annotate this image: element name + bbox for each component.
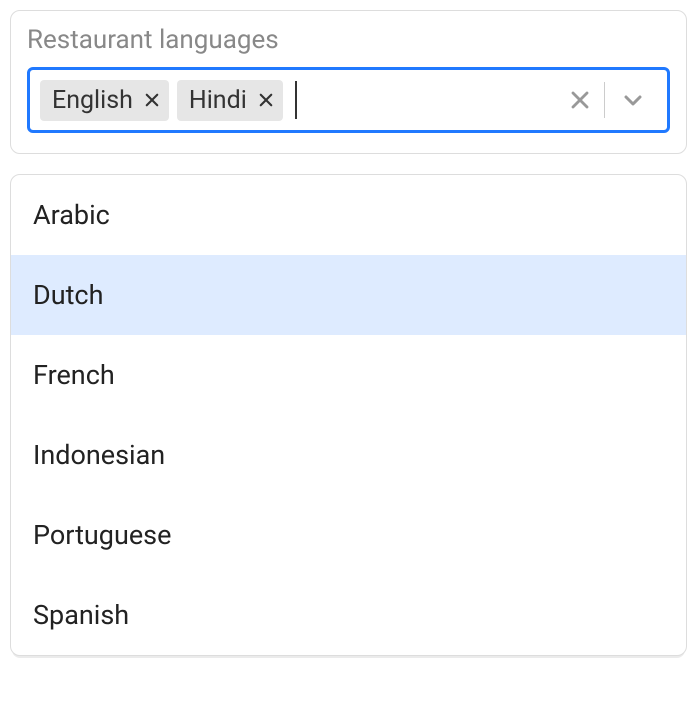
chevron-down-icon[interactable] [605, 88, 659, 112]
selected-chip: Hindi [177, 80, 283, 121]
dropdown-menu: Arabic Dutch French Indonesian Portugues… [10, 174, 687, 656]
remove-chip-icon[interactable] [257, 91, 275, 109]
remove-chip-icon[interactable] [143, 91, 161, 109]
chip-label: English [52, 86, 133, 115]
dropdown-option[interactable]: French [11, 335, 686, 415]
dropdown-option[interactable]: Arabic [11, 175, 686, 255]
dropdown-option[interactable]: Spanish [11, 575, 686, 655]
dropdown-option[interactable]: Portuguese [11, 495, 686, 575]
select-indicators [556, 82, 659, 118]
clear-all-icon[interactable] [556, 88, 604, 112]
field-label: Restaurant languages [27, 25, 670, 55]
selected-chips: English Hindi [40, 80, 556, 121]
selected-chip: English [40, 80, 169, 121]
dropdown-option[interactable]: Dutch [11, 255, 686, 335]
chip-label: Hindi [189, 86, 247, 115]
text-cursor [295, 81, 297, 119]
multiselect-field: Restaurant languages English Hindi [10, 10, 687, 154]
dropdown-option[interactable]: Indonesian [11, 415, 686, 495]
multiselect-control[interactable]: English Hindi [27, 67, 670, 133]
